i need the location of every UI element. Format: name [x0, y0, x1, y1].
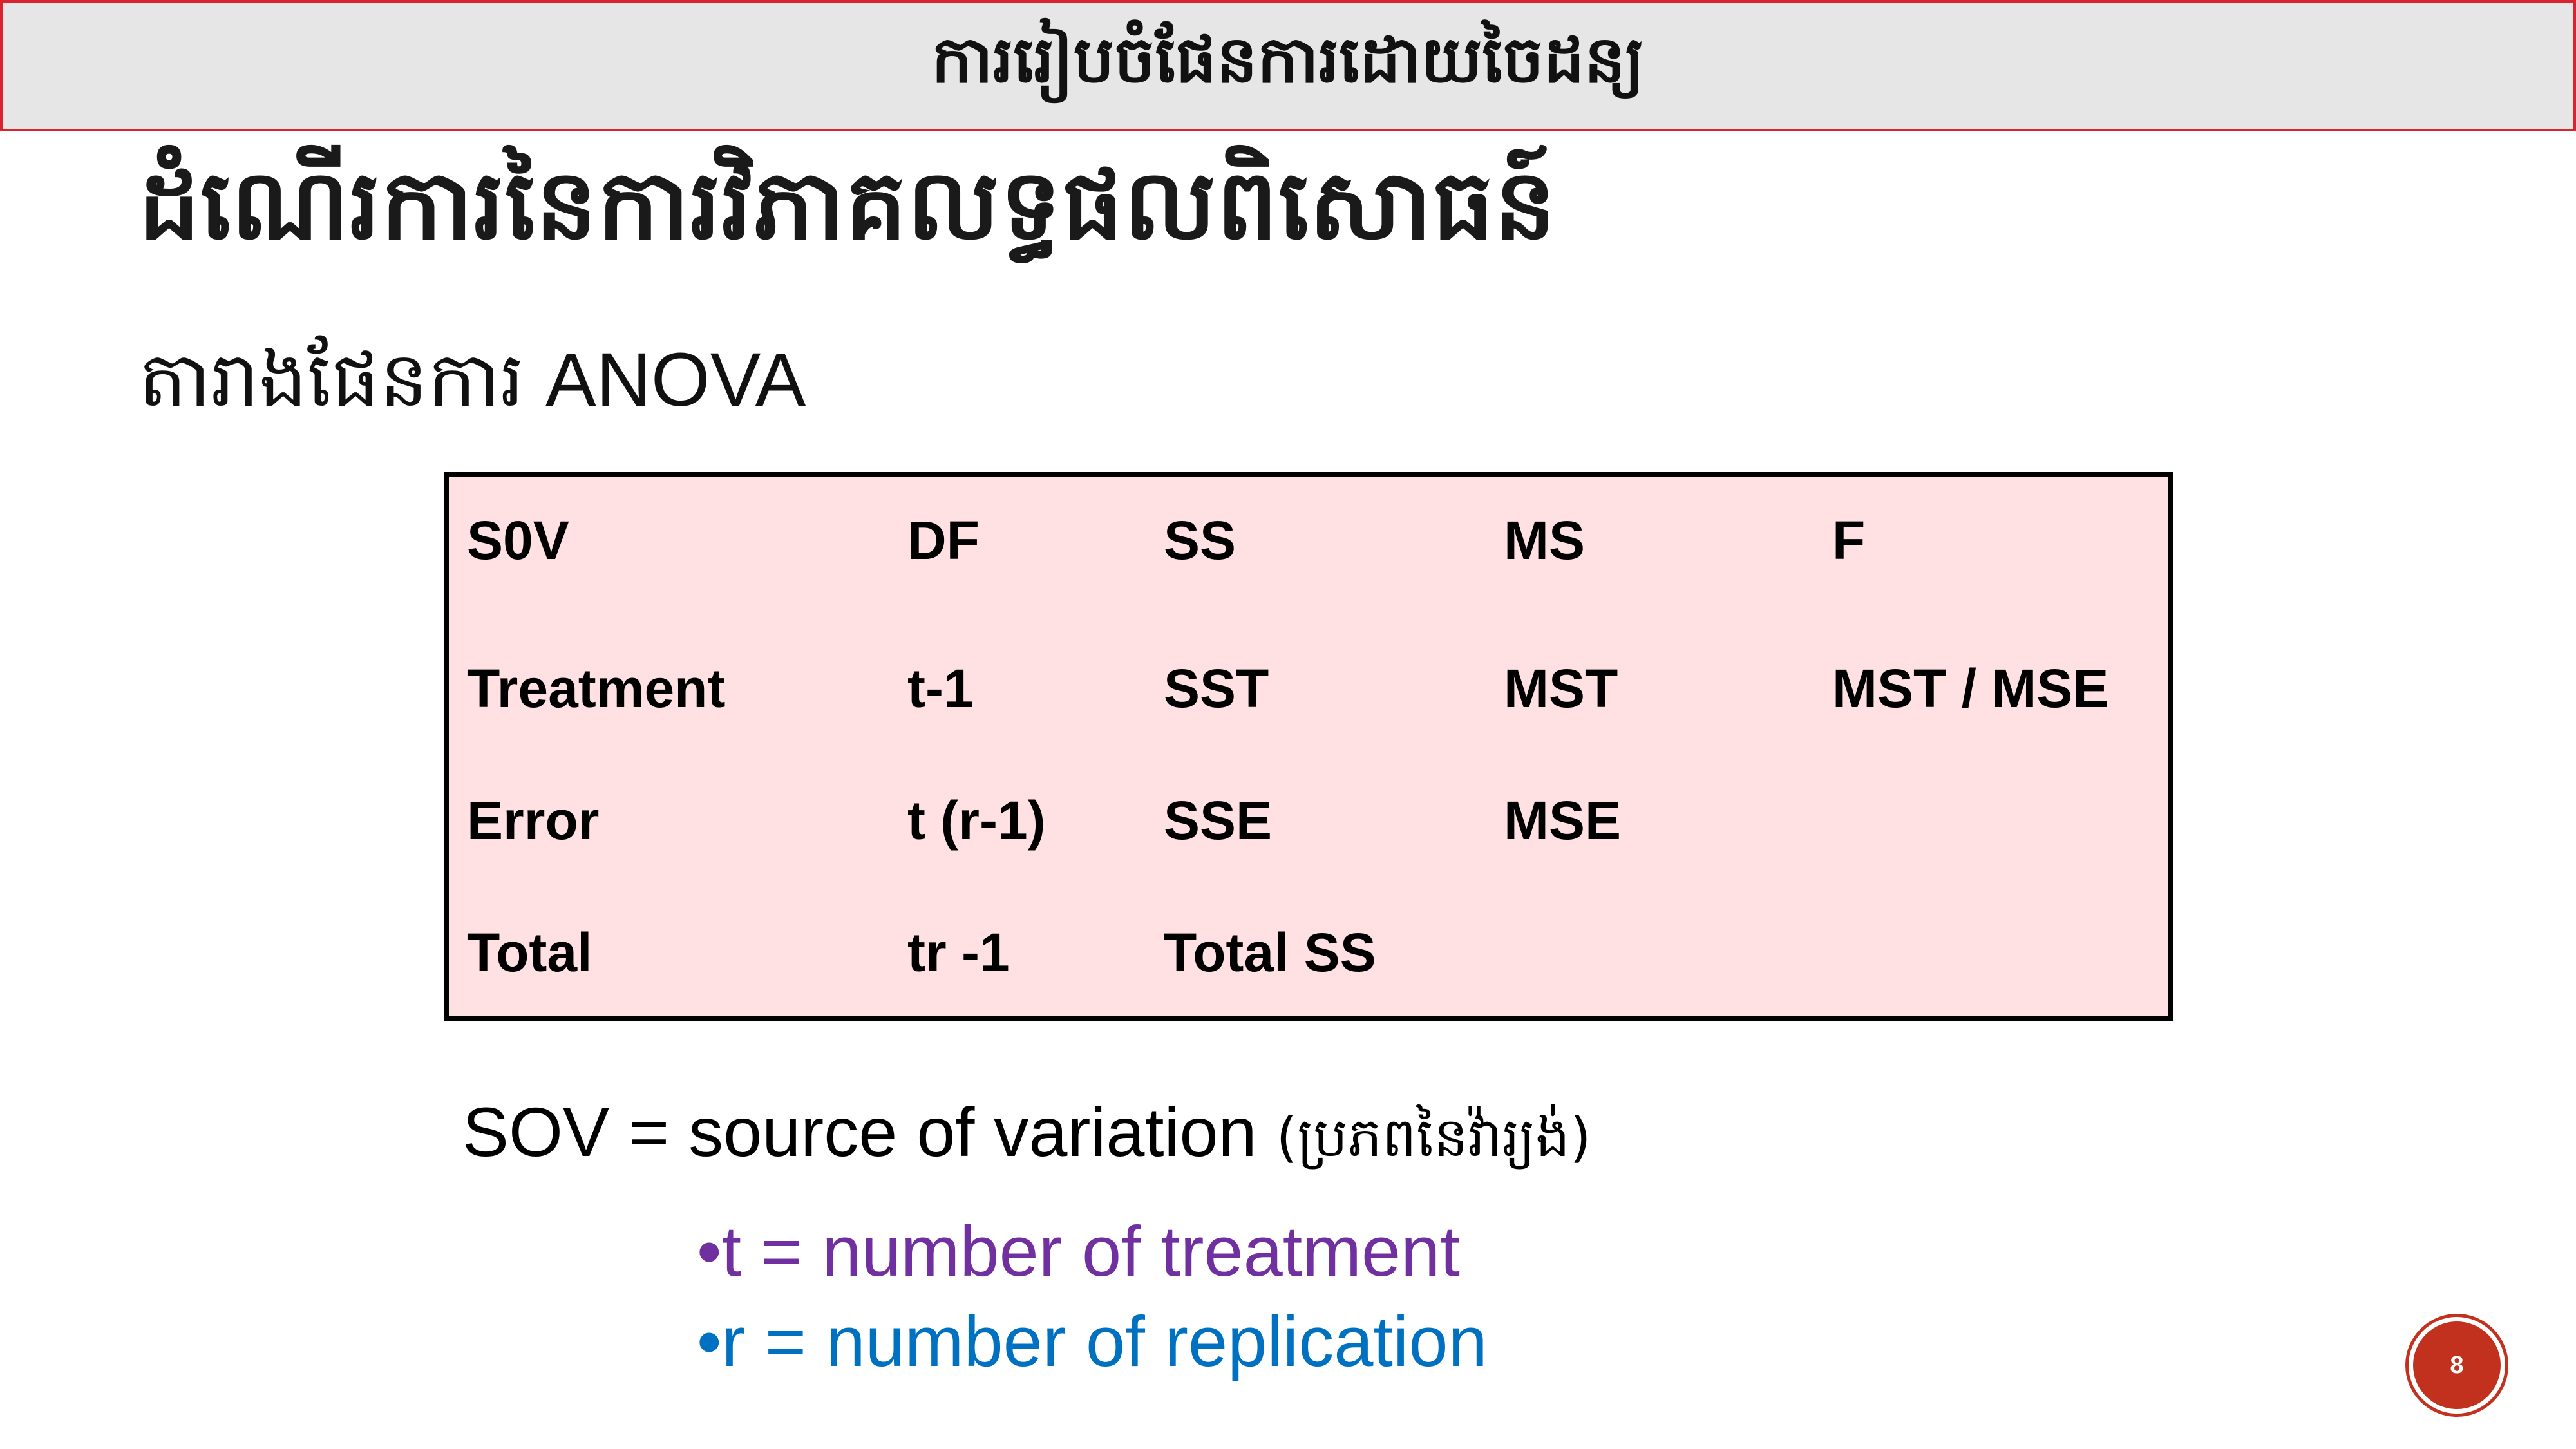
page-number-badge: 8	[2409, 1317, 2505, 1414]
sov-definition-note: (ប្រភពនៃវ៉ារ្យង់)	[1276, 1106, 1591, 1169]
anova-table: S0V DF SS MS F Treatment t-1 SST MST MST…	[444, 472, 2173, 1021]
table-cell-total-sov: Total	[467, 922, 592, 983]
table-cell-treatment-sov: Treatment	[467, 658, 726, 719]
table-cell-treatment-ms: MST	[1504, 658, 1618, 719]
table-header-sov: S0V	[467, 510, 569, 571]
table-cell-treatment-ss: SST	[1164, 658, 1269, 719]
bullet-replication: •r = number of replication	[697, 1302, 1488, 1381]
bullet-treatment: •t = number of treatment	[697, 1212, 1460, 1291]
slide-title: ដំណើរការនៃការវិភាគលទ្ធផលពិសោធន៍	[138, 148, 1557, 261]
table-header-ss: SS	[1164, 510, 1236, 571]
page-number: 8	[2450, 1351, 2464, 1379]
table-header-f: F	[1832, 510, 1866, 571]
sov-definition: SOV = source of variation (ប្រភពនៃវ៉ារ្យ…	[462, 1092, 1591, 1183]
table-cell-error-df: t (r-1)	[907, 790, 1046, 851]
table-cell-error-ms: MSE	[1504, 790, 1622, 851]
table-cell-error-sov: Error	[467, 790, 600, 851]
table-cell-treatment-f: MST / MSE	[1832, 658, 2109, 719]
top-banner: ការរៀបចំផែនការដោយចៃដន្យ	[0, 0, 2576, 131]
table-cell-treatment-df: t-1	[907, 658, 974, 719]
banner-text: ការរៀបចំផែនការដោយចៃដន្យ	[931, 21, 1645, 97]
slide-subtitle: តារាងផែនការ ANOVA	[138, 337, 806, 422]
table-cell-total-df: tr -1	[907, 922, 1010, 983]
sov-definition-text: SOV = source of variation	[462, 1093, 1257, 1171]
table-header-ms: MS	[1504, 510, 1585, 571]
table-cell-error-ss: SSE	[1164, 790, 1273, 851]
table-cell-total-ss: Total SS	[1164, 922, 1376, 983]
table-header-df: DF	[907, 510, 980, 571]
